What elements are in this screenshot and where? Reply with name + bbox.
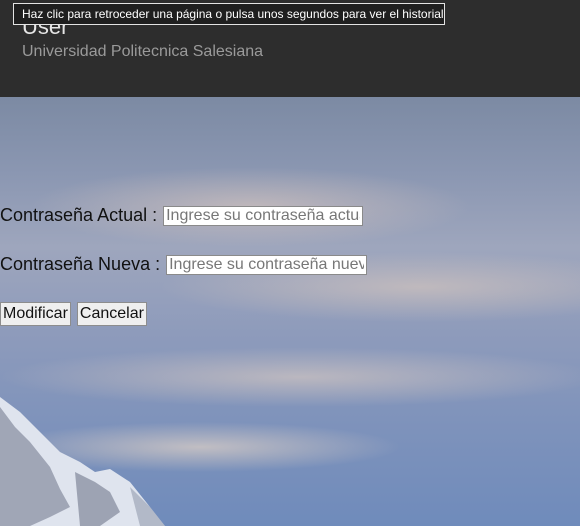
cancel-button[interactable]: Cancelar xyxy=(76,302,147,326)
back-button-tooltip: Haz clic para retroceder una página o pu… xyxy=(13,3,445,25)
current-password-label: Contraseña Actual : xyxy=(0,205,158,225)
app-subtitle: Universidad Politecnica Salesiana xyxy=(22,43,264,60)
modify-button[interactable]: Modificar xyxy=(0,302,71,326)
current-password-input[interactable] xyxy=(163,205,364,226)
new-password-row: Contraseña Nueva : xyxy=(0,254,368,275)
new-password-label: Contraseña Nueva : xyxy=(0,254,161,274)
form-actions: Modificar Cancelar xyxy=(0,302,153,326)
current-password-row: Contraseña Actual : xyxy=(0,205,364,226)
new-password-input[interactable] xyxy=(166,254,368,275)
